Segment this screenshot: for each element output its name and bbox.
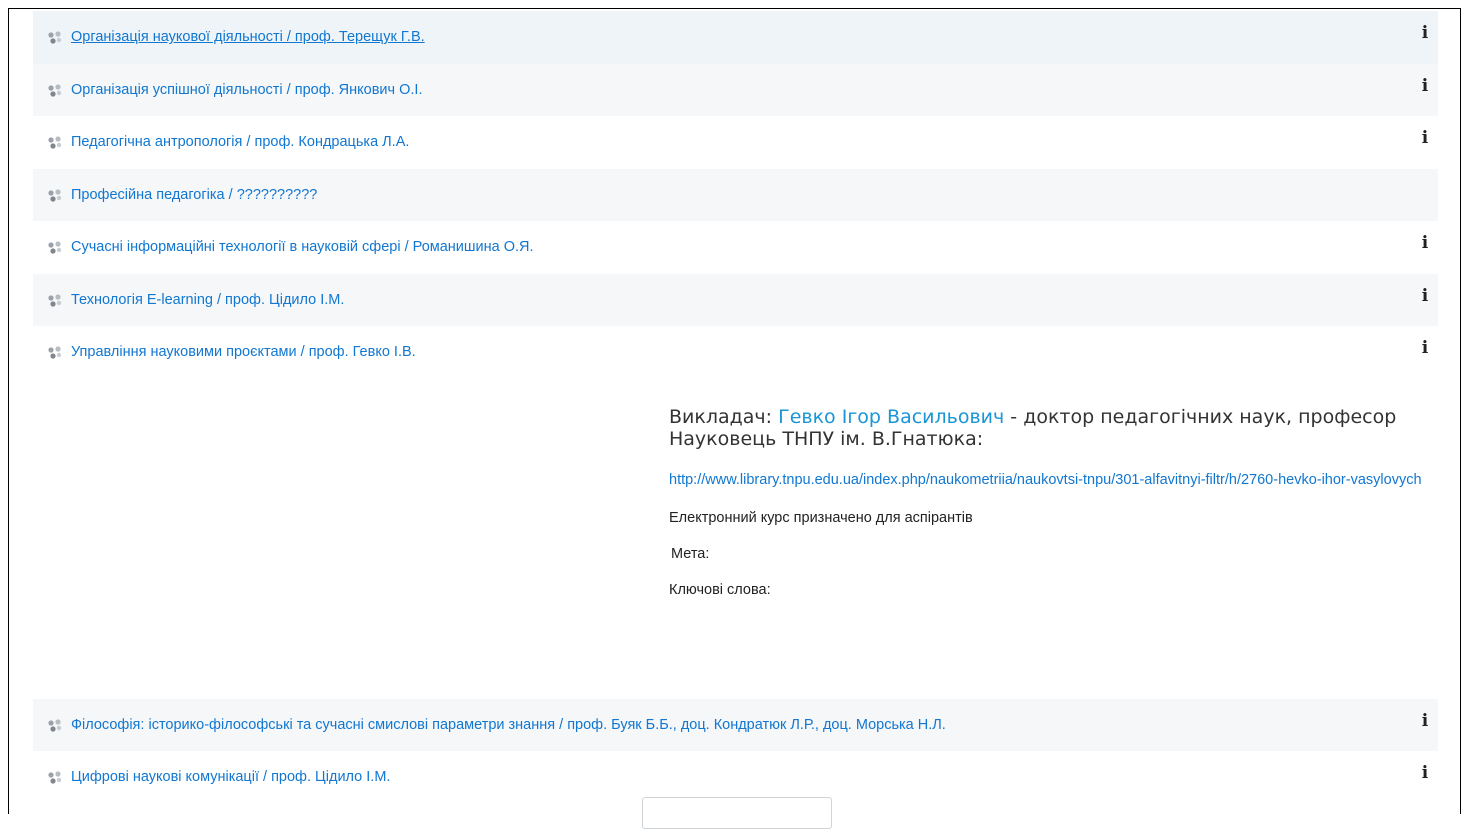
course-link[interactable]: Технологія E-learning / проф. Цідило І.М…	[71, 292, 344, 308]
course-link[interactable]: Організація успішної діяльності / проф. …	[71, 82, 422, 98]
course-category-icon	[47, 344, 63, 360]
course-row: Сучасні інформаційні технології в науков…	[33, 221, 1438, 274]
course-list-frame: Організація наукової діяльності / проф. …	[8, 8, 1461, 814]
course-category-icon	[47, 134, 63, 150]
scientist-label: Науковець ТНПУ ім. В.Гнатюка:	[669, 427, 984, 450]
course-summary: Викладач: Гевко Ігор Васильович - доктор…	[33, 378, 1438, 699]
course-link[interactable]: Організація наукової діяльності / проф. …	[71, 29, 425, 45]
course-category-icon	[47, 29, 63, 45]
course-row: Управління науковими проєктами / проф. Г…	[33, 326, 1438, 379]
course-category-icon	[47, 239, 63, 255]
course-link[interactable]: Цифрові наукові комунікації / проф. Ціди…	[71, 769, 390, 785]
info-icon[interactable]: i	[1418, 286, 1432, 306]
course-row: Професійна педагогіка / ??????????	[33, 168, 1438, 221]
course-row: Організація успішної діяльності / проф. …	[33, 63, 1438, 116]
course-row: Педагогічна антропологія / проф. Кондрац…	[33, 116, 1438, 169]
info-icon[interactable]: i	[1418, 128, 1432, 148]
course-link[interactable]: Професійна педагогіка / ??????????	[71, 187, 317, 203]
keywords-label: Ключові слова:	[669, 581, 771, 598]
course-category-icon	[47, 292, 63, 308]
course-category-icon	[47, 82, 63, 98]
info-icon[interactable]: i	[1418, 23, 1432, 43]
profile-link[interactable]: http://www.library.tnpu.edu.ua/index.php…	[669, 468, 1444, 492]
course-link[interactable]: Філософія: історико-філософські та сучас…	[71, 717, 946, 733]
course-category-icon	[47, 717, 63, 733]
info-icon[interactable]: i	[1418, 711, 1432, 731]
course-link[interactable]: Сучасні інформаційні технології в науков…	[71, 239, 534, 255]
course-row: Цифрові наукові комунікації / проф. Ціди…	[33, 751, 1438, 804]
course-row: Філософія: історико-філософські та сучас…	[33, 698, 1438, 751]
course-row: Технологія E-learning / проф. Цідило І.М…	[33, 273, 1438, 326]
info-icon[interactable]: i	[1418, 763, 1432, 783]
info-icon[interactable]: i	[1418, 233, 1432, 253]
course-note: Електронний курс призначено для аспірант…	[669, 509, 973, 526]
course-list: Організація наукової діяльності / проф. …	[33, 11, 1438, 804]
teacher-name-link[interactable]: Гевко Ігор Васильович	[778, 406, 1004, 428]
goal-label: Мета:	[671, 545, 710, 562]
teacher-label: Викладач:	[669, 405, 773, 428]
course-row: Організація наукової діяльності / проф. …	[33, 11, 1438, 64]
info-icon[interactable]: i	[1418, 338, 1432, 358]
teacher-line: Викладач: Гевко Ігор Васильович - доктор…	[669, 406, 1449, 450]
course-link[interactable]: Педагогічна антропологія / проф. Кондрац…	[71, 134, 409, 150]
course-link[interactable]: Управління науковими проєктами / проф. Г…	[71, 344, 416, 360]
paging-button[interactable]	[642, 797, 832, 829]
course-category-icon	[47, 769, 63, 785]
course-summary-content: Викладач: Гевко Ігор Васильович - доктор…	[669, 406, 1449, 598]
teacher-degree: - доктор педагогічних наук, професор	[1010, 405, 1397, 428]
info-icon[interactable]: i	[1418, 76, 1432, 96]
course-category-icon	[47, 187, 63, 203]
